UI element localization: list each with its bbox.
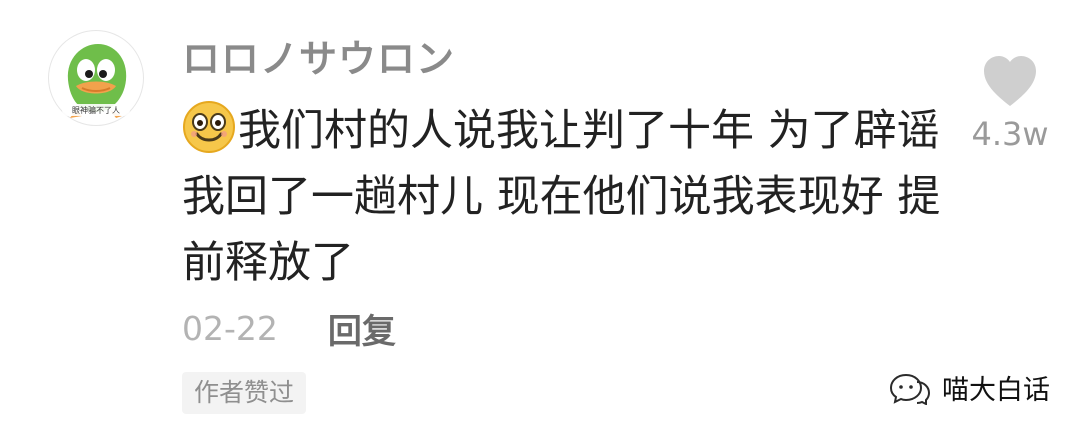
like-count: 4.3w — [971, 115, 1049, 153]
comment-text: 我们村的人说我让判了十年 为了辟谣我回了一趟村儿 现在他们说我表现好 提前释放了 — [182, 98, 942, 296]
author-liked-badge: 作者赞过 — [182, 372, 307, 414]
reply-button[interactable]: 回复 — [328, 304, 396, 353]
comment-username[interactable]: ロロノサウロン — [182, 32, 455, 86]
comment-body: 我们村的人说我让判了十年 为了辟谣我回了一趟村儿 现在他们说我表现好 提前释放了 — [182, 106, 941, 288]
user-avatar[interactable]: 眼神骗不了人 — [48, 30, 144, 126]
smiling-face-emoji-icon — [182, 100, 236, 154]
heart-icon — [984, 56, 1036, 106]
wechat-icon — [889, 373, 931, 405]
like-button[interactable]: 4.3w — [962, 52, 1058, 154]
comment-date: 02-22 — [182, 308, 278, 348]
watermark-text: 喵大白话 — [942, 374, 1050, 406]
duck-avatar-icon: 眼神骗不了人 — [62, 44, 130, 118]
watermark: 喵大白话 — [888, 364, 1050, 410]
comment-meta: 02-22 回复 — [182, 304, 396, 353]
avatar-caption: 眼神骗不了人 — [72, 105, 120, 115]
